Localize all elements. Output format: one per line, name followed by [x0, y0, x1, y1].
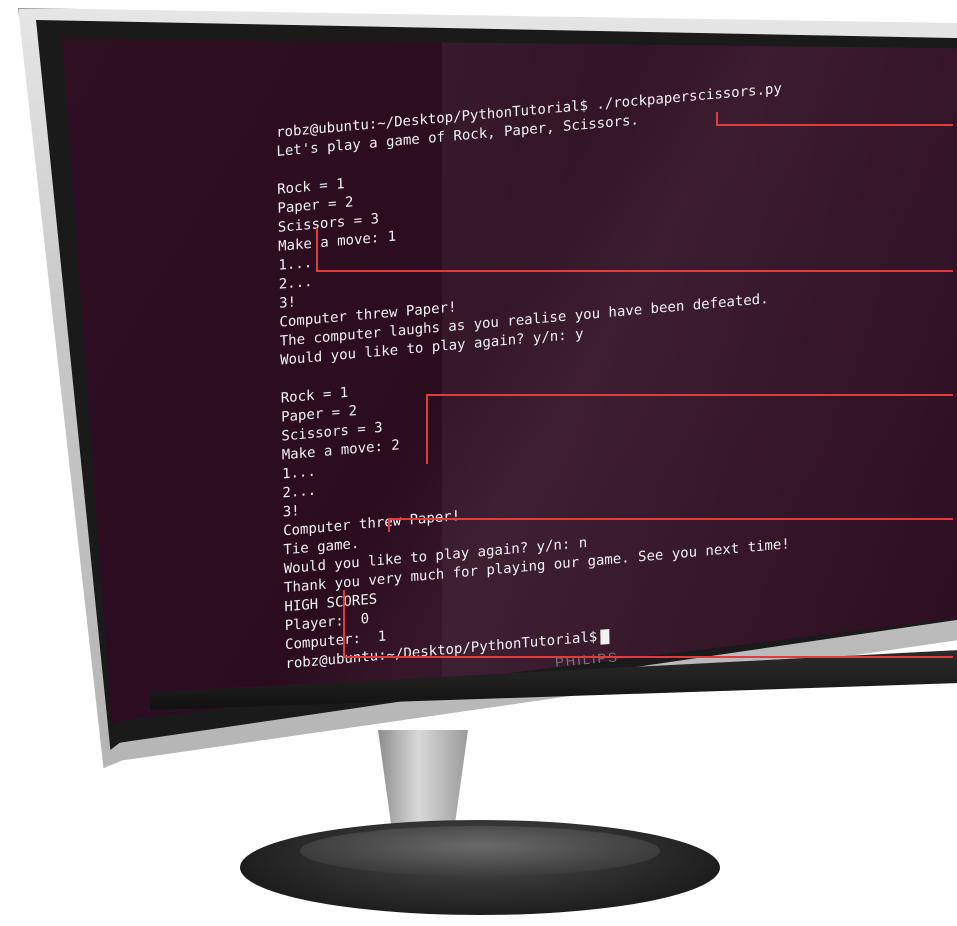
terminal-line: 3!: [282, 503, 300, 521]
terminal-line: 2...: [278, 273, 313, 293]
callout-line-1: [716, 124, 953, 126]
callout-line-5: [343, 656, 953, 658]
callout-tick-5: [343, 590, 345, 658]
monitor-stand-base-top: [300, 826, 660, 876]
terminal-screen[interactable]: robz@ubuntu:~/Desktop/PythonTutorial$ ./…: [62, 38, 957, 728]
callout-line-2: [316, 270, 953, 272]
callout-tick-4: [388, 518, 390, 532]
terminal-line: Computer threw Paper!: [282, 507, 461, 540]
terminal-output[interactable]: robz@ubuntu:~/Desktop/PythonTutorial$ ./…: [276, 70, 906, 723]
callout-tick-1: [716, 112, 718, 125]
callout-tick-2: [316, 228, 318, 272]
callout-tick-3: [426, 394, 428, 464]
callout-line-3: [426, 394, 953, 396]
text-cursor: [600, 628, 610, 645]
terminal-line: 3!: [279, 294, 297, 312]
terminal-line: 2...: [282, 482, 317, 502]
callout-line-4: [388, 518, 953, 520]
